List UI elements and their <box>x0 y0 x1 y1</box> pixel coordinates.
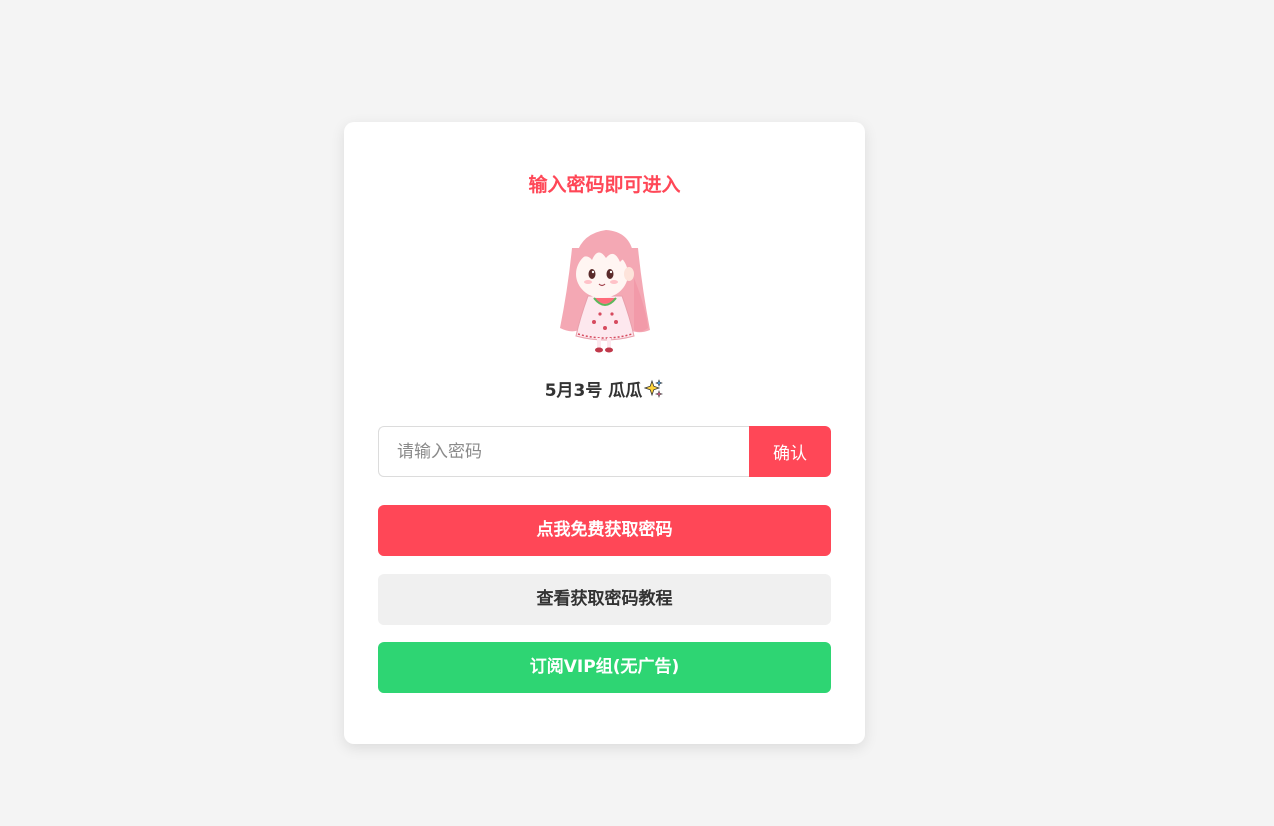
get-free-password-button[interactable]: 点我免费获取密码 <box>378 505 831 556</box>
password-row: 确认 <box>378 426 831 477</box>
anime-girl-avatar <box>560 230 650 353</box>
password-tutorial-button[interactable]: 查看获取密码教程 <box>378 574 831 625</box>
confirm-button[interactable]: 确认 <box>749 426 831 477</box>
subscribe-vip-button[interactable]: 订阅VIP组(无广告) <box>378 642 831 693</box>
password-input[interactable] <box>378 426 749 477</box>
date-caption: 5月3号 瓜瓜 <box>344 378 865 404</box>
password-card: 输入密码即可进入 5月3号 瓜瓜 确认 点我免费获取密码 查看获取密码教程 订阅… <box>344 122 865 744</box>
card-title: 输入密码即可进入 <box>528 174 681 196</box>
sparkles-icon <box>644 379 664 399</box>
date-text: 5月3号 瓜瓜 <box>544 381 643 401</box>
